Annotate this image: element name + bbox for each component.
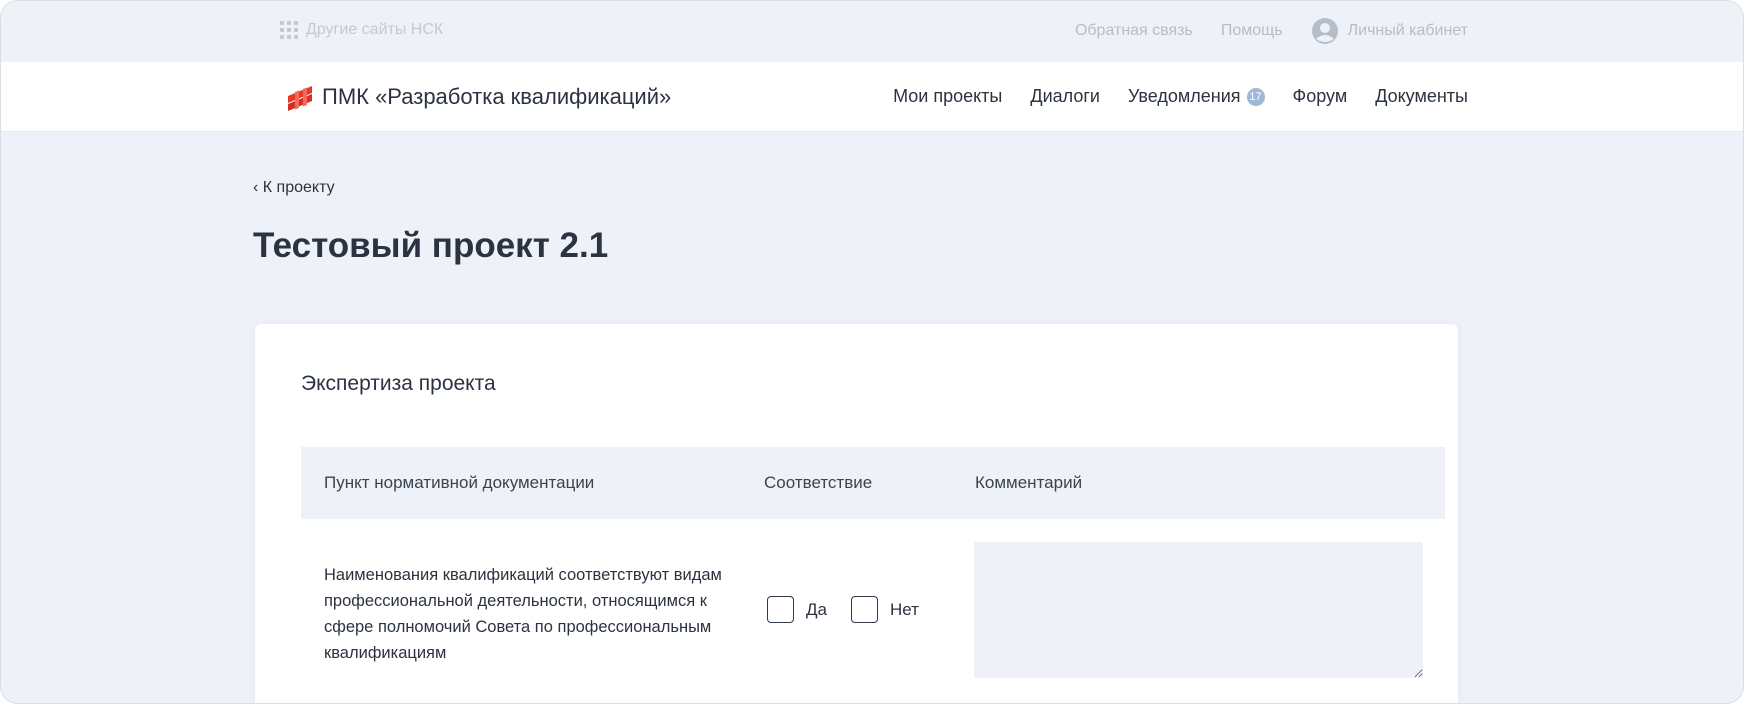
logo-icon	[288, 86, 312, 111]
logo[interactable]: ПМК «Разработка квалификаций»	[286, 82, 671, 112]
back-to-project-link[interactable]: ‹ К проекту	[253, 179, 335, 197]
expertise-card: Экспертиза проекта Пункт нормативной док…	[255, 324, 1458, 703]
no-checkbox[interactable]	[850, 596, 878, 623]
nav-documents[interactable]: Документы	[1375, 86, 1468, 107]
column-header-comment: Комментарий	[975, 473, 1083, 492]
other-sites-link[interactable]: Другие сайты НСК	[280, 21, 443, 39]
table-row-item-text: Наименования квалификаций соответствуют …	[324, 566, 722, 662]
nav-notifications[interactable]: Уведомления 17	[1128, 86, 1265, 107]
no-label: Нет	[889, 599, 919, 619]
page-title: Тестовый проект 2.1	[253, 226, 609, 265]
yes-option[interactable]: Да	[767, 596, 827, 623]
feedback-link[interactable]: Обратная связь	[1075, 22, 1193, 40]
comment-textarea[interactable]	[974, 542, 1423, 678]
no-option[interactable]: Нет	[850, 596, 919, 623]
nav-notifications-label: Уведомления	[1127, 86, 1241, 106]
column-header-item: Пункт нормативной документации	[324, 473, 595, 492]
nav-forum[interactable]: Форум	[1293, 86, 1348, 107]
main-nav: Мои проекты Диалоги Уведомления 17 Форум…	[893, 86, 1468, 107]
column-header-compliance: Соответствие	[764, 473, 873, 492]
utility-links: Обратная связь Помощь Личный кабинет	[1075, 17, 1468, 45]
yes-label: Да	[806, 599, 827, 619]
card-title: Экспертиза проекта	[301, 372, 496, 395]
utility-bar: Другие сайты НСК Обратная связь Помощь Л…	[1, 1, 1743, 62]
compliance-options: Да Нет	[767, 596, 919, 623]
table-header: Пункт нормативной документации Соответст…	[301, 447, 1445, 519]
logo-text: ПМК «Разработка квалификаций»	[322, 84, 672, 109]
grid-icon	[280, 21, 298, 39]
nav-my-projects[interactable]: Мои проекты	[893, 86, 1002, 107]
help-link[interactable]: Помощь	[1221, 22, 1283, 40]
nav-dialogs[interactable]: Диалоги	[1030, 86, 1100, 107]
other-sites-label: Другие сайты НСК	[306, 21, 444, 38]
yes-checkbox[interactable]	[767, 596, 794, 623]
notifications-count-badge: 17	[1246, 87, 1265, 106]
main-header: ПМК «Разработка квалификаций» Мои проект…	[1, 62, 1743, 132]
cabinet-label: Личный кабинет	[1347, 22, 1468, 39]
browser-frame: Другие сайты НСК Обратная связь Помощь Л…	[0, 0, 1744, 704]
user-icon	[1311, 18, 1338, 44]
personal-cabinet-link[interactable]: Личный кабинет	[1311, 17, 1468, 45]
